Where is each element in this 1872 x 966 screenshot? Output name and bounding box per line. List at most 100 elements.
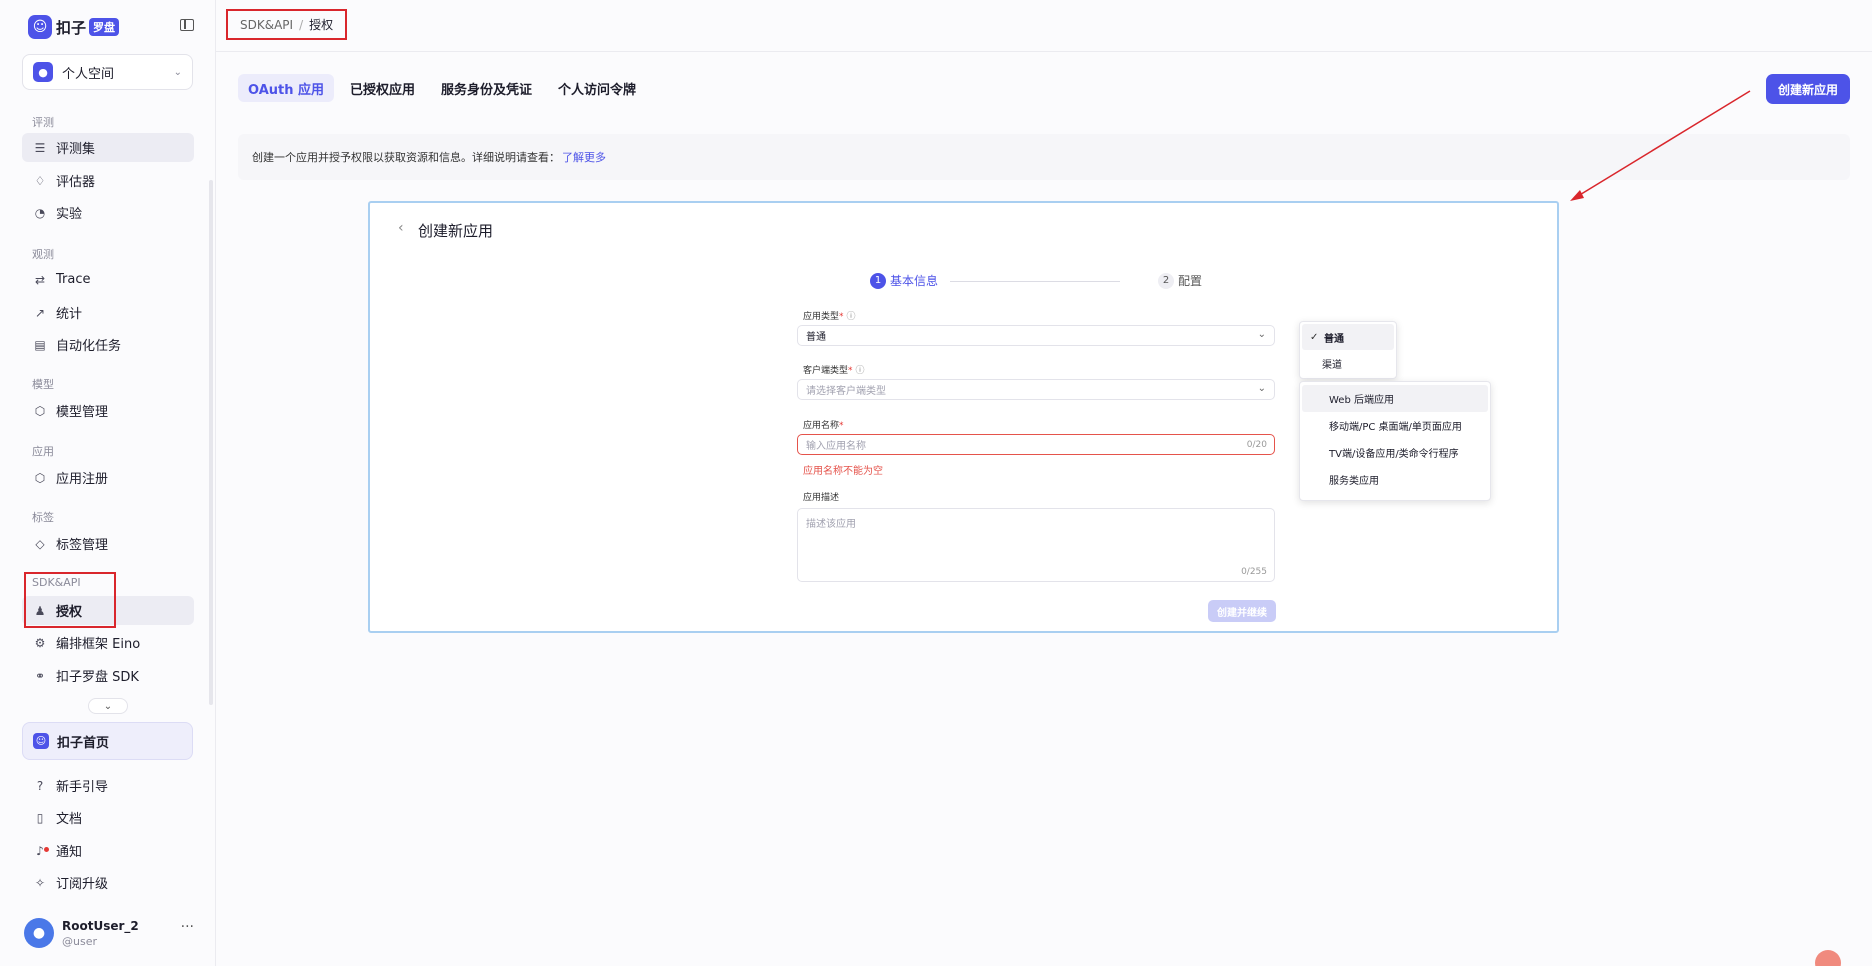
sidebar-item-automation[interactable]: ▤ 自动化任务 [22, 330, 194, 359]
sidebar-item-label: 通知 [56, 845, 83, 860]
check-icon: ✓ [1310, 331, 1319, 343]
info-icon: ⓘ [846, 312, 856, 322]
tab-authorized-apps[interactable]: 已授权应用 [340, 74, 425, 102]
sidebar-scrollbar[interactable] [209, 180, 213, 705]
sidebar-item-label: 评估器 [56, 175, 96, 190]
field-label-text: 应用描述 [803, 493, 840, 503]
client-type-dropdown: Web 后端应用 移动端/PC 桌面端/单页面应用 TV端/设备应用/类命令行程… [1299, 381, 1491, 501]
brand-name: 扣子 [56, 18, 87, 37]
sidebar-item-label: 订阅升级 [56, 877, 109, 892]
dialog-title: 创建新应用 [418, 222, 494, 240]
field-label-text: 应用类型 [803, 312, 840, 322]
option-label: 普通 [1324, 333, 1344, 345]
home-label: 扣子首页 [57, 735, 110, 751]
field-label-text: 应用名称 [803, 421, 840, 431]
sidebar-item-app-register[interactable]: ⬡ 应用注册 [22, 463, 194, 492]
assistant-bubble-icon[interactable] [1815, 950, 1841, 966]
section-label-eval: 评测 [32, 116, 54, 129]
sidebar-item-upgrade[interactable]: ✧ 订阅升级 [22, 868, 194, 897]
section-label-app: 应用 [32, 445, 54, 458]
sidebar-item-model-mgmt[interactable]: ⬡ 模型管理 [22, 396, 194, 425]
space-selector[interactable]: ● 个人空间 ⌄ [22, 54, 193, 90]
help-icon: ? [36, 778, 44, 793]
task-icon: ▤ [34, 337, 46, 352]
logo[interactable]: ☺ 扣子 罗盘 [28, 14, 120, 40]
dropdown-option[interactable]: TV端/设备应用/类命令行程序 [1300, 439, 1490, 466]
app-type-dropdown: ✓ 普通 渠道 [1299, 321, 1397, 379]
section-label-tag: 标签 [32, 511, 54, 524]
sidebar-item-evaluator[interactable]: ♢ 评估器 [22, 166, 194, 195]
section-label-model: 模型 [32, 378, 54, 391]
user-name: RootUser_2 [62, 918, 139, 933]
bulb-icon: ♢ [34, 173, 46, 188]
tab-oauth-apps[interactable]: OAuth 应用 [238, 74, 335, 102]
tag-icon: ◇ [35, 536, 45, 551]
sidebar-item-eval-set[interactable]: ☰ 评测集 [22, 133, 194, 162]
app-desc-textarea[interactable]: 描述该应用 0/255 [797, 508, 1275, 582]
sidebar-item-tag-mgmt[interactable]: ◇ 标签管理 [22, 529, 194, 558]
app-type-value: 普通 [806, 332, 826, 343]
sidebar-item-guide[interactable]: ? 新手引导 [22, 771, 194, 800]
sidebar-item-label: 自动化任务 [56, 339, 122, 354]
app-name-placeholder: 输入应用名称 [806, 441, 866, 452]
user-profile[interactable]: ● RootUser_2 @user ··· [24, 915, 194, 951]
client-type-select[interactable]: 请选择客户端类型 ⌄ [797, 379, 1275, 400]
step-label: 配置 [1178, 274, 1203, 288]
dropdown-option[interactable]: Web 后端应用 [1302, 385, 1488, 412]
more-icon[interactable]: ··· [181, 919, 194, 935]
top-bar: SDK&API / 授权 [216, 0, 1872, 52]
breadcrumb-current: 授权 [309, 18, 334, 32]
sidebar-item-trace[interactable]: ⇄ Trace [22, 265, 194, 294]
step-number: 1 [870, 272, 886, 289]
tab-personal-tokens[interactable]: 个人访问令牌 [548, 74, 646, 102]
cube-icon: ⬡ [34, 403, 46, 418]
required-mark: * [839, 312, 844, 322]
app-type-select[interactable]: 普通 ⌄ [797, 325, 1275, 346]
app-name-label: 应用名称* [803, 418, 844, 431]
step-connector [950, 281, 1120, 282]
sidebar-item-eino[interactable]: ⚙ 编排框架 Eino [22, 628, 194, 657]
dropdown-option[interactable]: 渠道 [1300, 350, 1396, 376]
space-label: 个人空间 [62, 66, 115, 82]
sidebar-item-experiment[interactable]: ◔ 实验 [22, 198, 194, 227]
sidebar-item-label: Trace [56, 272, 91, 287]
sidebar-collapse-icon[interactable] [180, 19, 194, 31]
sidebar-item-notify[interactable]: ♪ 通知 [22, 836, 194, 865]
sidebar-item-sdk[interactable]: ⚭ 扣子罗盘 SDK [22, 661, 194, 690]
sidebar-item-stats[interactable]: ↗ 统计 [22, 298, 194, 327]
auth-tabs: OAuth 应用 已授权应用 服务身份及凭证 个人访问令牌 [238, 74, 652, 102]
sidebar-item-label: 扣子罗盘 SDK [56, 670, 139, 685]
step-config: 2 配置 [1158, 272, 1202, 289]
dropdown-option[interactable]: 移动端/PC 桌面端/单页面应用 [1300, 412, 1490, 439]
coze-home-button[interactable]: ☺ 扣子首页 [22, 722, 193, 760]
sidebar-item-docs[interactable]: ▯ 文档 [22, 803, 194, 832]
coze-logo-icon: ☺ [28, 15, 52, 39]
create-app-button[interactable]: 创建新应用 [1766, 74, 1850, 104]
sidebar-item-label: 模型管理 [56, 405, 109, 420]
database-icon: ☰ [34, 140, 46, 155]
dropdown-option[interactable]: 服务类应用 [1300, 466, 1490, 493]
dropdown-option[interactable]: ✓ 普通 [1302, 324, 1394, 350]
expand-more-button[interactable]: ⌄ [88, 698, 128, 714]
step-basic-info: 1 基本信息 [870, 272, 938, 289]
sparkle-icon: ✧ [34, 875, 46, 890]
bell-icon: ♪ [32, 844, 49, 858]
info-banner: 创建一个应用并授予权限以获取资源和信息。详细说明请查看： 了解更多 [238, 134, 1850, 180]
step-number: 2 [1158, 272, 1174, 289]
required-mark: * [848, 366, 853, 376]
char-counter: 0/20 [1246, 440, 1267, 450]
app-type-label: 应用类型* ⓘ [803, 309, 856, 322]
sidebar-item-label: 新手引导 [56, 780, 109, 795]
sidebar-item-label: 编排框架 Eino [56, 637, 141, 652]
coze-home-icon: ☺ [33, 733, 49, 749]
back-icon[interactable]: ‹ [398, 220, 404, 236]
notification-dot [44, 846, 49, 852]
app-name-input[interactable]: 输入应用名称 0/20 [797, 434, 1275, 455]
breadcrumb-parent[interactable]: SDK&API [240, 18, 293, 32]
field-label-text: 客户端类型 [803, 366, 849, 376]
learn-more-link[interactable]: 了解更多 [562, 149, 606, 165]
brand-badge: 罗盘 [89, 18, 120, 36]
gear-icon: ⚙ [34, 635, 46, 650]
create-continue-button[interactable]: 创建并继续 [1208, 600, 1276, 622]
tab-service-identity[interactable]: 服务身份及凭证 [431, 74, 542, 102]
